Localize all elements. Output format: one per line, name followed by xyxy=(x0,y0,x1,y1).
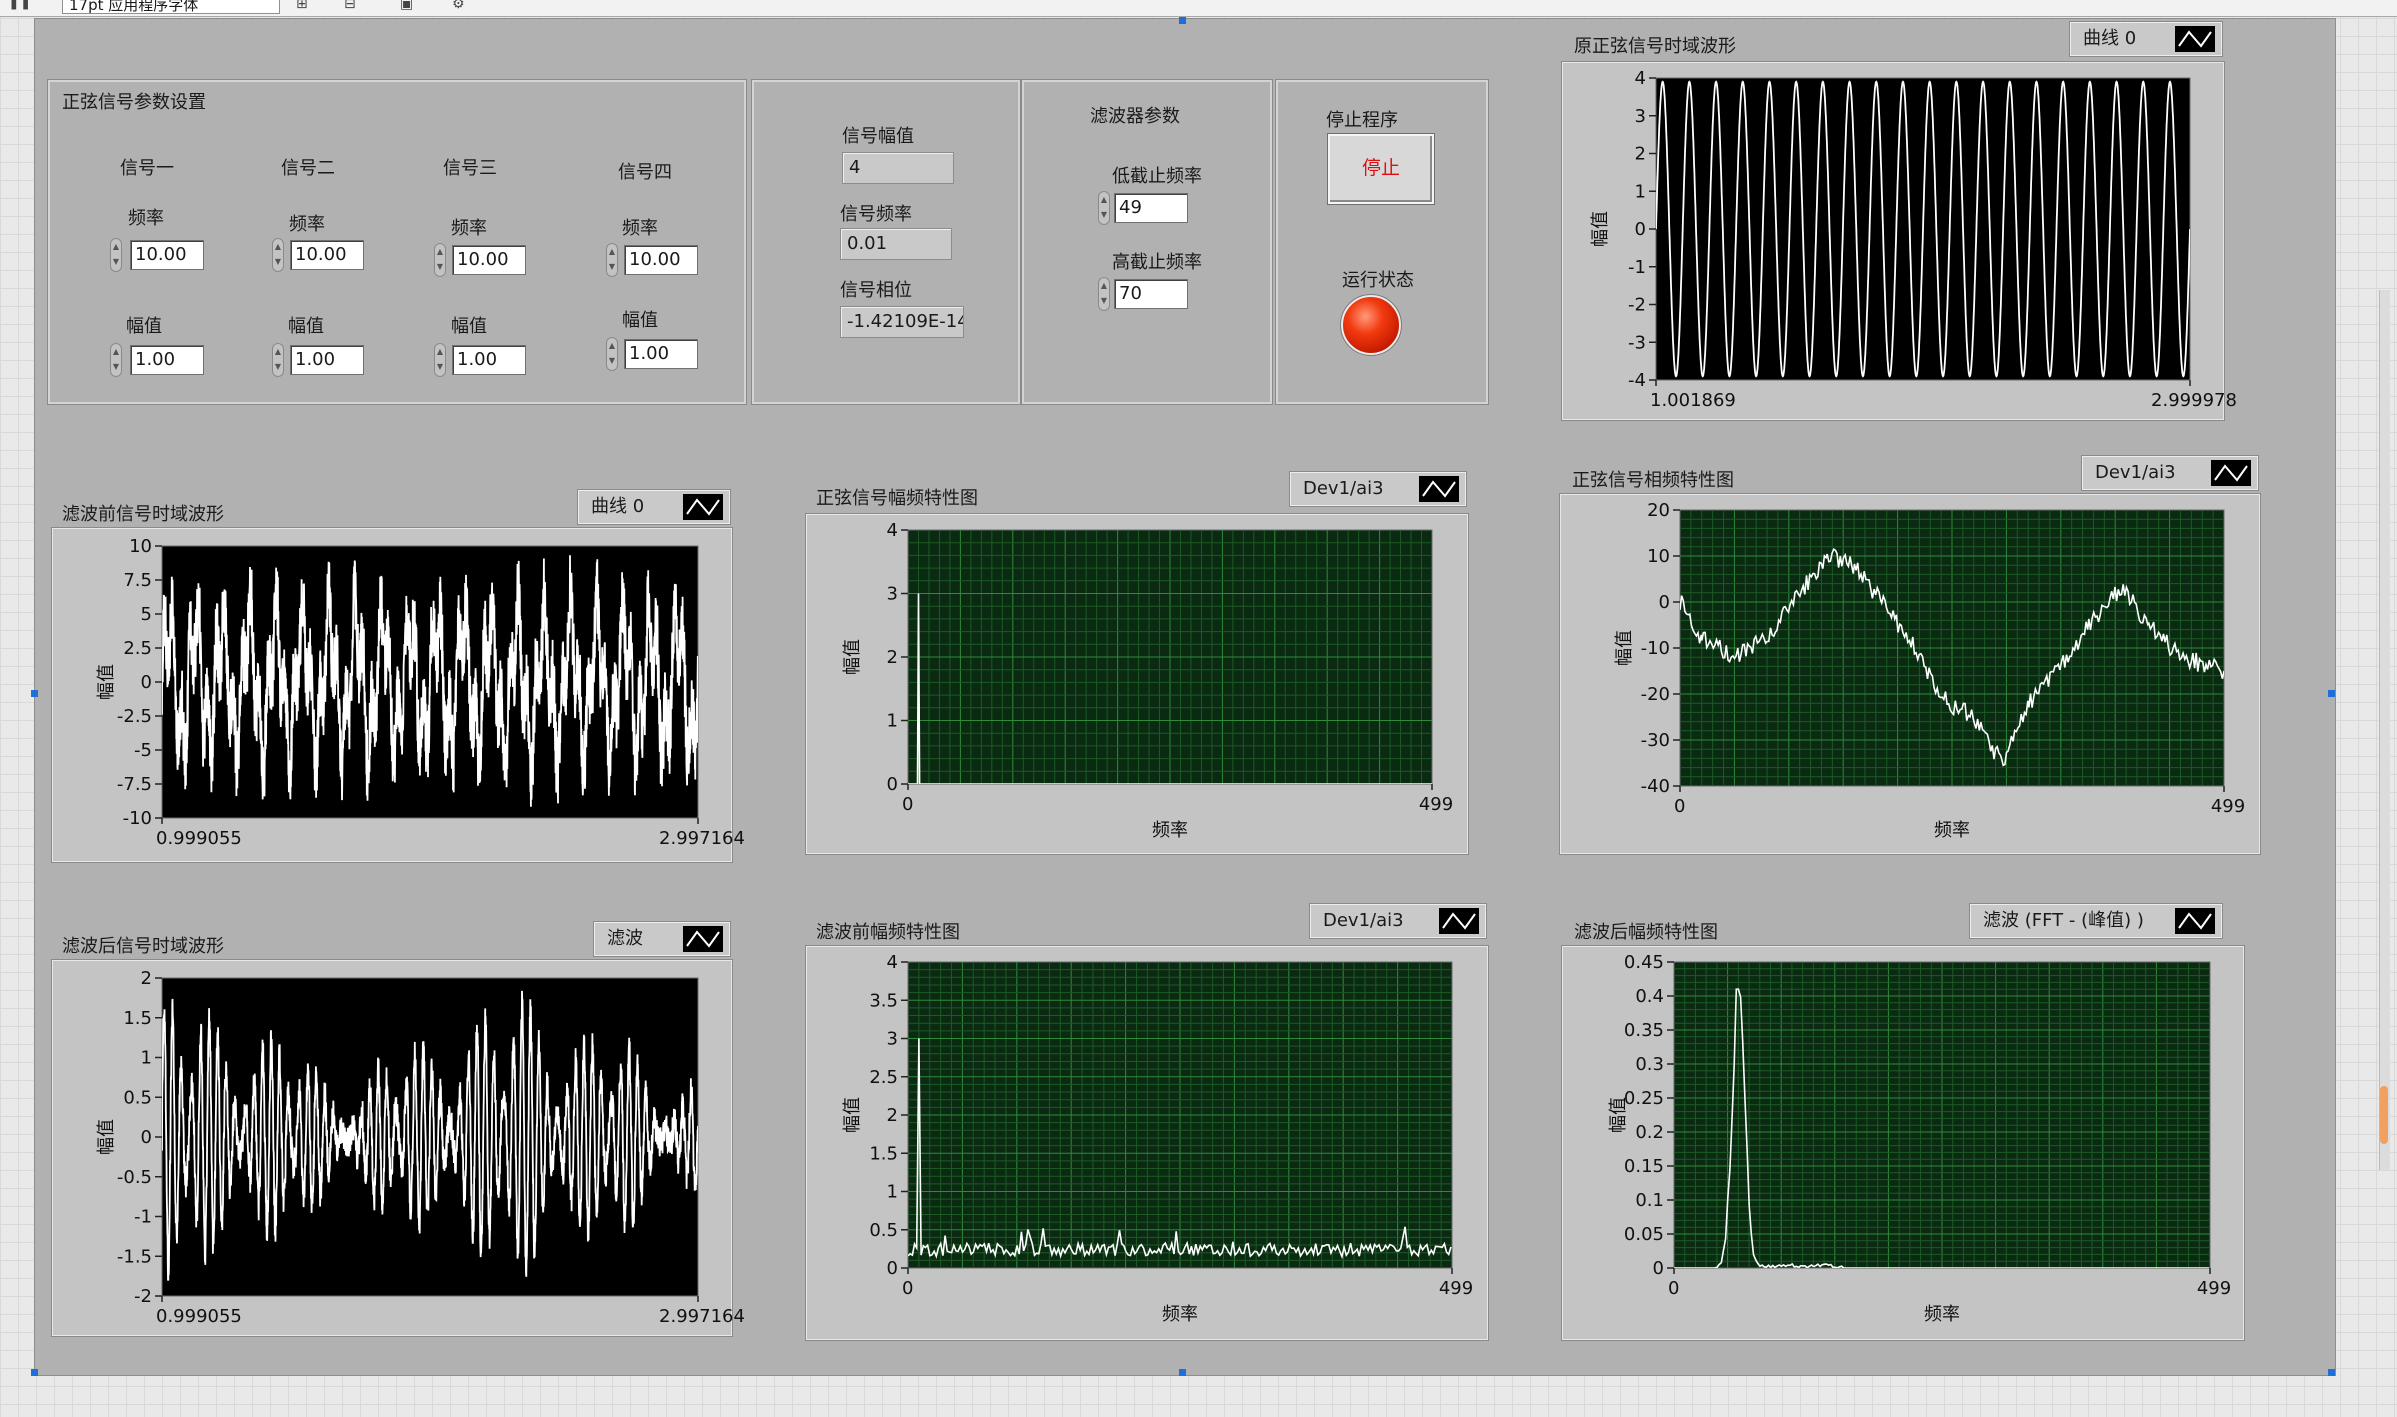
chart-pre_amp-frame xyxy=(805,945,1489,1341)
plot-line-icon xyxy=(2175,908,2215,934)
signal-1-freq-input[interactable]: 10.00 xyxy=(130,240,204,270)
plot-line-icon xyxy=(683,494,723,520)
chart-pre_amp-plot-legend[interactable]: Dev1/ai3 xyxy=(1309,903,1487,939)
legend-label: 滤波 (FFT - (峰值) ) xyxy=(1983,910,2144,931)
signal-params-title: 正弦信号参数设置 xyxy=(62,92,206,113)
signal-3-amp-label: 幅值 xyxy=(451,316,487,337)
legend-label: 滤波 xyxy=(607,928,643,949)
low-cutoff-label: 低截止频率 xyxy=(1112,166,1202,187)
signal-2-freq-label: 频率 xyxy=(289,214,325,235)
signal-4-amp-label: 幅值 xyxy=(622,310,658,331)
signal-4-title: 信号四 xyxy=(618,162,672,183)
selection-handle[interactable] xyxy=(31,1369,38,1376)
filter-params-title: 滤波器参数 xyxy=(1090,106,1180,127)
signal-freq-label: 信号频率 xyxy=(840,204,912,225)
signal-freq-indicator: 0.01 xyxy=(840,228,952,260)
signal-1-freq-label: 频率 xyxy=(128,208,164,229)
low-cutoff-input[interactable]: 49 xyxy=(1114,193,1188,223)
signal-4-freq-label: 频率 xyxy=(622,218,658,239)
signal-2-freq-spinner[interactable]: ▲ ▼ xyxy=(272,238,284,272)
chart-orig-title: 原正弦信号时域波形 xyxy=(1574,36,1736,57)
signal-2-title: 信号二 xyxy=(281,158,335,179)
resize-icon[interactable]: ▣ xyxy=(400,0,424,14)
signal-4-freq-spinner[interactable]: ▲ ▼ xyxy=(606,243,618,277)
legend-label: Dev1/ai3 xyxy=(2095,462,2176,483)
chart-pre_time-frame xyxy=(51,527,733,863)
signal-amp-indicator: 4 xyxy=(842,152,954,184)
chart-orig-frame xyxy=(1561,61,2225,421)
run-status-label: 运行状态 xyxy=(1342,270,1414,291)
signal-1-amp-label: 幅值 xyxy=(126,316,162,337)
signal-2-amp-spinner[interactable]: ▲ ▼ xyxy=(272,343,284,377)
plot-line-icon xyxy=(683,926,723,952)
signal-3-title: 信号三 xyxy=(443,158,497,179)
scroll-thumb[interactable] xyxy=(2380,1086,2388,1144)
filter-params-group xyxy=(1021,79,1273,405)
high-cutoff-label: 高截止频率 xyxy=(1112,252,1202,273)
signal-3-freq-input[interactable]: 10.00 xyxy=(452,245,526,275)
signal-4-amp-input[interactable]: 1.00 xyxy=(624,339,698,369)
chart-sig_amp-frame xyxy=(805,513,1469,855)
plot-line-icon xyxy=(2211,460,2251,486)
signal-4-freq-input[interactable]: 10.00 xyxy=(624,245,698,275)
font-select[interactable]: 17pt 应用程序字体 xyxy=(62,0,280,14)
chart-pre_time-plot-legend[interactable]: 曲线 0 xyxy=(577,489,731,525)
signal-3-freq-label: 频率 xyxy=(451,218,487,239)
reorder-icon[interactable]: ⚙ xyxy=(452,0,476,14)
selection-handle[interactable] xyxy=(31,690,38,697)
chart-post_amp-plot-legend[interactable]: 滤波 (FFT - (峰值) ) xyxy=(1969,903,2223,939)
pause-icon[interactable]: ❚❚ xyxy=(8,0,32,12)
signal-amp-label: 信号幅值 xyxy=(842,126,914,147)
signal-phase-label: 信号相位 xyxy=(840,280,912,301)
chart-sig_amp-title: 正弦信号幅频特性图 xyxy=(816,488,978,509)
high-cutoff-spinner[interactable]: ▲ ▼ xyxy=(1098,277,1110,311)
signal-2-amp-label: 幅值 xyxy=(288,316,324,337)
stop-button[interactable]: 停止 xyxy=(1327,133,1435,205)
chart-sig_phase-frame xyxy=(1559,493,2261,855)
signal-3-amp-spinner[interactable]: ▲ ▼ xyxy=(434,343,446,377)
signal-1-freq-spinner[interactable]: ▲ ▼ xyxy=(110,238,122,272)
chart-post_amp-title: 滤波后幅频特性图 xyxy=(1574,922,1718,943)
high-cutoff-input[interactable]: 70 xyxy=(1114,279,1188,309)
chart-pre_time-title: 滤波前信号时域波形 xyxy=(62,504,224,525)
signal-3-freq-spinner[interactable]: ▲ ▼ xyxy=(434,243,446,277)
stop-program-label: 停止程序 xyxy=(1326,110,1398,131)
signal-1-amp-input[interactable]: 1.00 xyxy=(130,345,204,375)
distribute-icon[interactable]: ⊟ xyxy=(344,0,368,14)
signal-2-amp-input[interactable]: 1.00 xyxy=(290,345,364,375)
legend-label: Dev1/ai3 xyxy=(1323,910,1404,931)
chart-post_time-title: 滤波后信号时域波形 xyxy=(62,936,224,957)
signal-1-amp-spinner[interactable]: ▲ ▼ xyxy=(110,343,122,377)
signal-1-title: 信号一 xyxy=(120,158,174,179)
plot-line-icon xyxy=(1419,476,1459,502)
vertical-scrollbar[interactable] xyxy=(2379,290,2390,1170)
chart-pre_amp-title: 滤波前幅频特性图 xyxy=(816,922,960,943)
signal-2-freq-input[interactable]: 10.00 xyxy=(290,240,364,270)
chart-sig_amp-plot-legend[interactable]: Dev1/ai3 xyxy=(1289,471,1467,507)
signal-phase-indicator: -1.42109E-14 xyxy=(840,306,964,338)
legend-label: Dev1/ai3 xyxy=(1303,478,1384,499)
signal-3-amp-input[interactable]: 1.00 xyxy=(452,345,526,375)
plot-line-icon xyxy=(2175,26,2215,52)
signal-4-amp-spinner[interactable]: ▲ ▼ xyxy=(606,337,618,371)
plot-line-icon xyxy=(1439,908,1479,934)
chart-post_amp-frame xyxy=(1561,945,2245,1341)
chart-post_time-plot-legend[interactable]: 滤波 xyxy=(593,921,731,957)
chart-sig_phase-plot-legend[interactable]: Dev1/ai3 xyxy=(2081,455,2259,491)
chart-sig_phase-title: 正弦信号相频特性图 xyxy=(1572,470,1734,491)
selection-handle[interactable] xyxy=(2328,690,2335,697)
toolbar: ❚❚ 17pt 应用程序字体 ⊞ ⊟ ▣ ⚙ xyxy=(0,0,2397,17)
low-cutoff-spinner[interactable]: ▲ ▼ xyxy=(1098,191,1110,225)
chart-post_time-frame xyxy=(51,959,733,1337)
align-icon[interactable]: ⊞ xyxy=(296,0,320,14)
selection-handle[interactable] xyxy=(2328,1369,2335,1376)
selection-handle[interactable] xyxy=(1179,1369,1186,1376)
legend-label: 曲线 0 xyxy=(2083,28,2137,49)
run-status-led xyxy=(1340,294,1402,356)
selection-handle[interactable] xyxy=(1179,17,1186,24)
chart-orig-plot-legend[interactable]: 曲线 0 xyxy=(2069,21,2223,57)
legend-label: 曲线 0 xyxy=(591,496,645,517)
